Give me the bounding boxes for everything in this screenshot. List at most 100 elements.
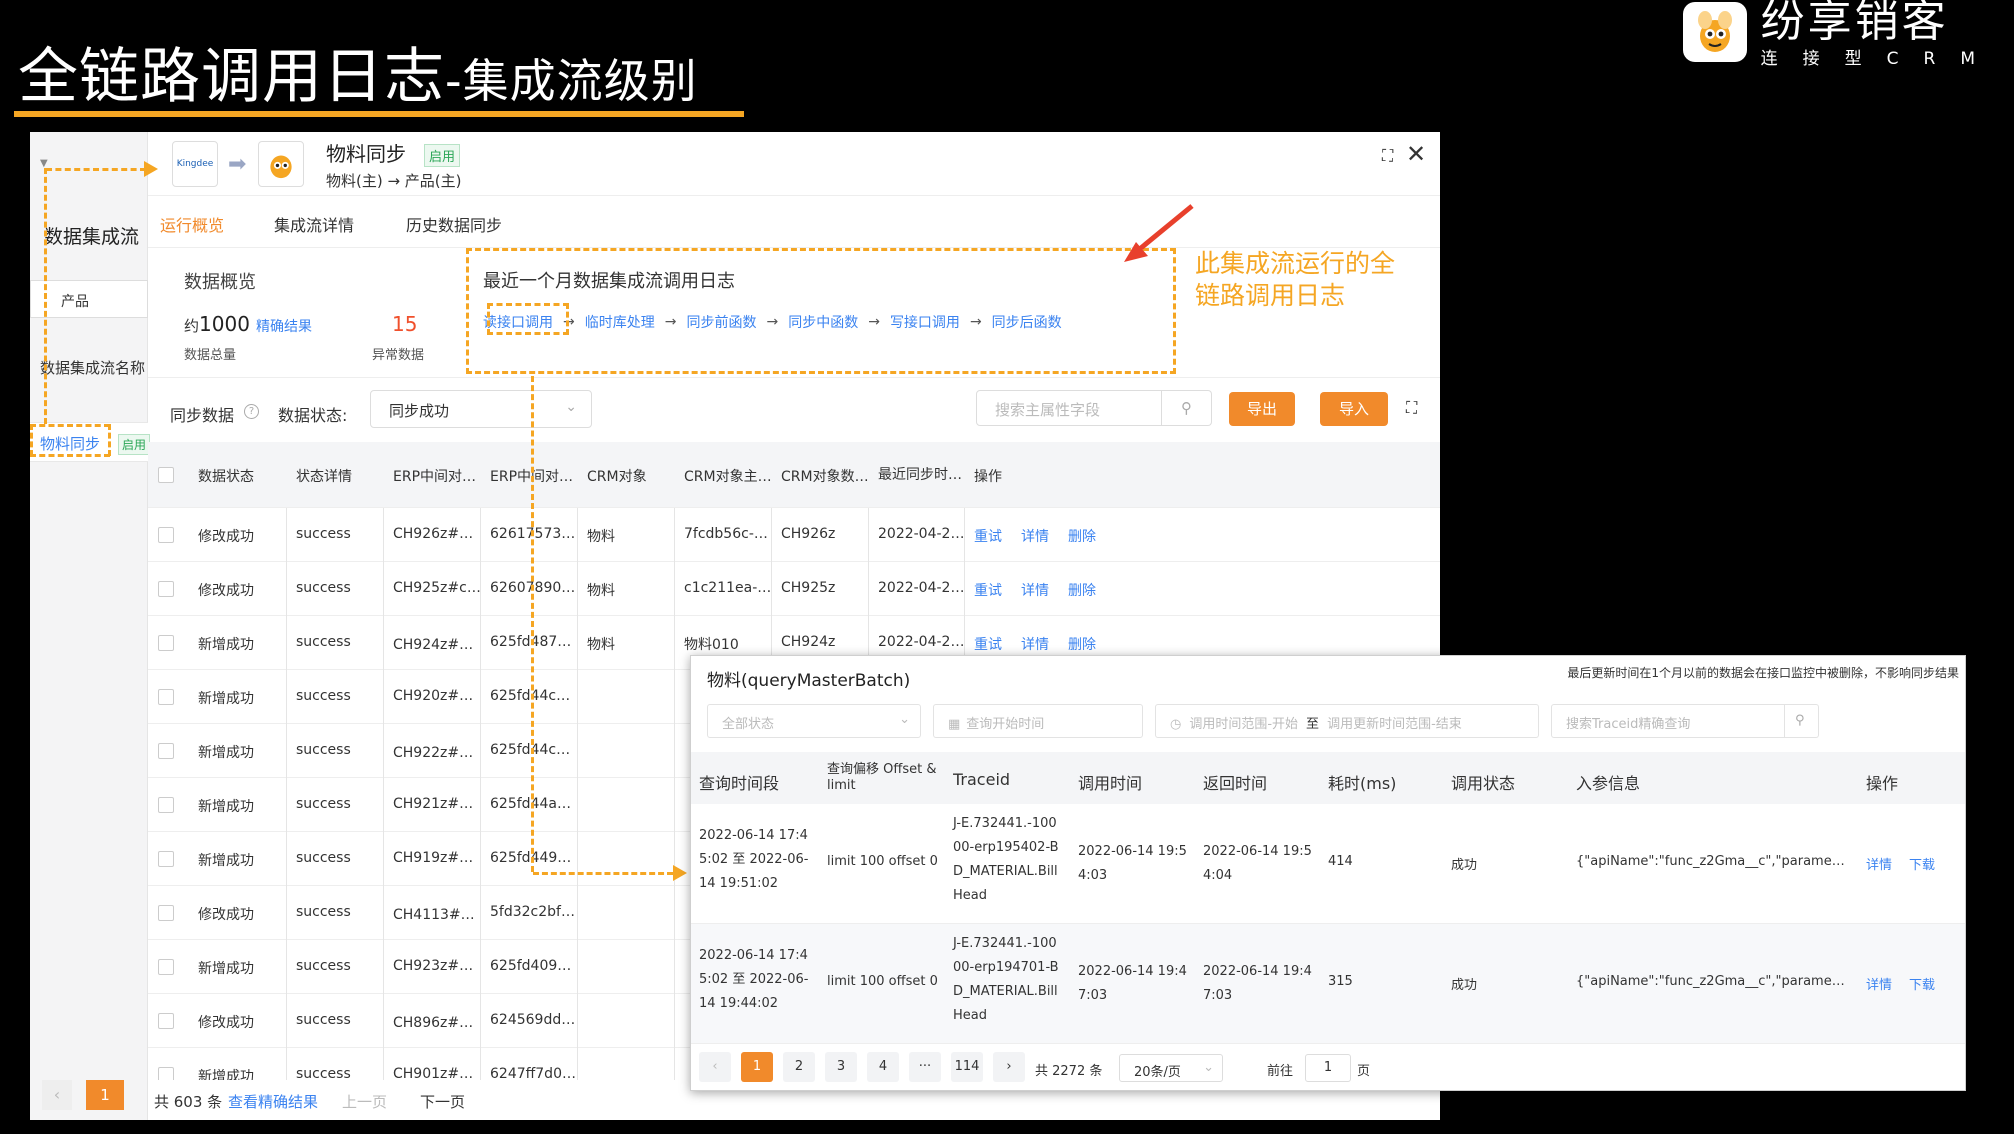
help-icon[interactable]: ? xyxy=(244,404,259,419)
download-link[interactable]: 下载 xyxy=(1909,854,1935,873)
table-cell: success xyxy=(296,1012,351,1028)
column-divider xyxy=(480,562,481,616)
pager-page-2[interactable]: 2 xyxy=(783,1052,815,1082)
call-time-range-input[interactable]: ◷ 调用时间范围-开始至调用更新时间范围-结束 xyxy=(1155,704,1539,738)
table-cell: CH926z#7fcd... xyxy=(393,526,481,542)
column-divider xyxy=(771,562,772,616)
traceid-search-input[interactable]: 搜索Traceid精确查询 xyxy=(1551,704,1785,738)
column-divider xyxy=(868,508,869,562)
chevron-down-icon: ⌄ xyxy=(565,399,577,415)
flow-header: Kingdee ➡ 物料同步 启用 物料(主) → 产品(主) ⛶ ✕ xyxy=(148,132,1440,196)
table-cell: success xyxy=(296,796,351,812)
column-divider xyxy=(771,508,772,562)
prev-page-button[interactable]: 上一页 xyxy=(342,1091,387,1112)
call-status-select[interactable]: 全部状态 ⌄ xyxy=(707,704,921,738)
status-select[interactable]: 同步成功 ⌄ xyxy=(370,390,592,428)
tab-history-sync[interactable]: 历史数据同步 xyxy=(406,212,502,236)
row-checkbox[interactable] xyxy=(158,905,174,921)
step-mid-func[interactable]: 同步中函数 xyxy=(788,312,858,332)
pager-page-4[interactable]: 4 xyxy=(867,1052,899,1082)
pager-next-button[interactable]: › xyxy=(993,1052,1025,1082)
delete-link[interactable]: 删除 xyxy=(1068,526,1096,546)
table-cell: 626078907ca... xyxy=(490,580,578,596)
search-icon[interactable]: ⚲ xyxy=(1785,704,1819,738)
clock-icon: ◷ xyxy=(1170,717,1182,732)
detail-link[interactable]: 详情 xyxy=(1021,580,1049,600)
retry-link[interactable]: 重试 xyxy=(974,526,1002,546)
call-log-popup: 物料(queryMasterBatch) 最后更新时间在1个月以前的数据会在接口… xyxy=(690,655,1966,1091)
exact-result-link[interactable]: 精确结果 xyxy=(256,316,312,336)
next-page-button[interactable]: 下一页 xyxy=(420,1091,465,1112)
highlight-box xyxy=(487,303,569,335)
col-header: 调用状态 xyxy=(1451,774,1516,793)
import-button[interactable]: 导入 xyxy=(1320,392,1388,426)
step-temp-db[interactable]: 临时库处理 xyxy=(585,312,655,332)
detail-link[interactable]: 详情 xyxy=(1866,974,1892,993)
pager-page-1[interactable]: 1 xyxy=(741,1052,773,1082)
step-post-func[interactable]: 同步后函数 xyxy=(992,312,1062,332)
row-checkbox[interactable] xyxy=(158,743,174,759)
column-divider xyxy=(577,832,578,886)
table-cell: 2022-04-21 0... xyxy=(878,580,966,596)
delete-link[interactable]: 删除 xyxy=(1068,634,1096,654)
maximize-icon[interactable]: ⛶ xyxy=(1382,146,1393,166)
export-button[interactable]: 导出 xyxy=(1229,392,1295,426)
table-cell: 2022-04-20 1... xyxy=(878,634,966,650)
download-link[interactable]: 下载 xyxy=(1909,974,1935,993)
query-start-time-input[interactable]: ▦ 查询开始时间 xyxy=(933,704,1143,738)
detail-link[interactable]: 详情 xyxy=(1021,526,1049,546)
row-checkbox[interactable] xyxy=(158,635,174,651)
column-divider xyxy=(674,562,675,616)
column-divider xyxy=(868,562,869,616)
row-checkbox[interactable] xyxy=(158,527,174,543)
left-pager-page-1[interactable]: 1 xyxy=(86,1080,124,1110)
retry-link[interactable]: 重试 xyxy=(974,580,1002,600)
col-header-sortable[interactable]: 最近同步时间... xyxy=(878,464,970,484)
dashed-connector xyxy=(30,454,110,457)
column-divider xyxy=(480,670,481,724)
column-divider xyxy=(577,508,578,562)
connector-arrow-icon xyxy=(144,161,158,177)
retry-link[interactable]: 重试 xyxy=(974,634,1002,654)
table-cell: CH919z#b677... xyxy=(393,850,481,866)
col-header: 调用时间 xyxy=(1078,774,1143,793)
pager-page-last[interactable]: 114 xyxy=(951,1052,983,1082)
table-cell: CH926z xyxy=(781,526,836,542)
query-period: 2022-06-14 17:45:02 至 2022-06-14 19:51:0… xyxy=(699,828,809,891)
pager-ellipsis[interactable]: ··· xyxy=(909,1052,941,1082)
page-size-select[interactable]: 20条/页 ⌄ xyxy=(1119,1054,1223,1082)
row-checkbox[interactable] xyxy=(158,797,174,813)
table-cell: CH924z#物料... xyxy=(393,637,481,653)
brand-name: 纷享销客 xyxy=(1760,0,1949,47)
select-all-checkbox[interactable] xyxy=(158,467,174,483)
search-input[interactable]: 搜索主属性字段 xyxy=(976,390,1162,426)
tab-bar: 运行概览 集成流详情 历史数据同步 xyxy=(148,196,1440,248)
column-divider xyxy=(286,724,287,778)
search-icon[interactable]: ⚲ xyxy=(1162,390,1212,426)
fullscreen-icon[interactable]: ⛶ xyxy=(1406,398,1417,418)
tab-flow-detail[interactable]: 集成流详情 xyxy=(274,212,354,236)
close-icon[interactable]: ✕ xyxy=(1406,140,1426,168)
row-checkbox[interactable] xyxy=(158,959,174,975)
delete-link[interactable]: 删除 xyxy=(1068,580,1096,600)
row-checkbox[interactable] xyxy=(158,581,174,597)
step-pre-func[interactable]: 同步前函数 xyxy=(686,312,756,332)
left-pager-prev-button[interactable]: ‹ xyxy=(42,1080,72,1110)
detail-link[interactable]: 详情 xyxy=(1021,634,1049,654)
detail-link[interactable]: 详情 xyxy=(1866,854,1892,873)
pager-prev-button[interactable]: ‹ xyxy=(699,1052,731,1082)
total-label: 数据总量 xyxy=(184,348,237,363)
tab-overview[interactable]: 运行概览 xyxy=(160,212,224,236)
goto-page-input[interactable]: 1 xyxy=(1305,1054,1351,1082)
row-checkbox[interactable] xyxy=(158,851,174,867)
step-write-api[interactable]: 写接口调用 xyxy=(890,312,960,332)
row-checkbox[interactable] xyxy=(158,689,174,705)
error-count[interactable]: 15 xyxy=(392,312,417,336)
exact-result-link[interactable]: 查看精确结果 xyxy=(228,1091,318,1112)
table-cell: c1c211ea-0b7... xyxy=(684,580,772,596)
row-checkbox[interactable] xyxy=(158,1013,174,1029)
table-cell: 物料 xyxy=(587,637,615,653)
table-row: 修改成功 success CH925z#c1c2... 626078907ca... 物… xyxy=(148,562,1440,616)
pager-page-3[interactable]: 3 xyxy=(825,1052,857,1082)
product-filter[interactable]: 产品 xyxy=(30,280,148,318)
